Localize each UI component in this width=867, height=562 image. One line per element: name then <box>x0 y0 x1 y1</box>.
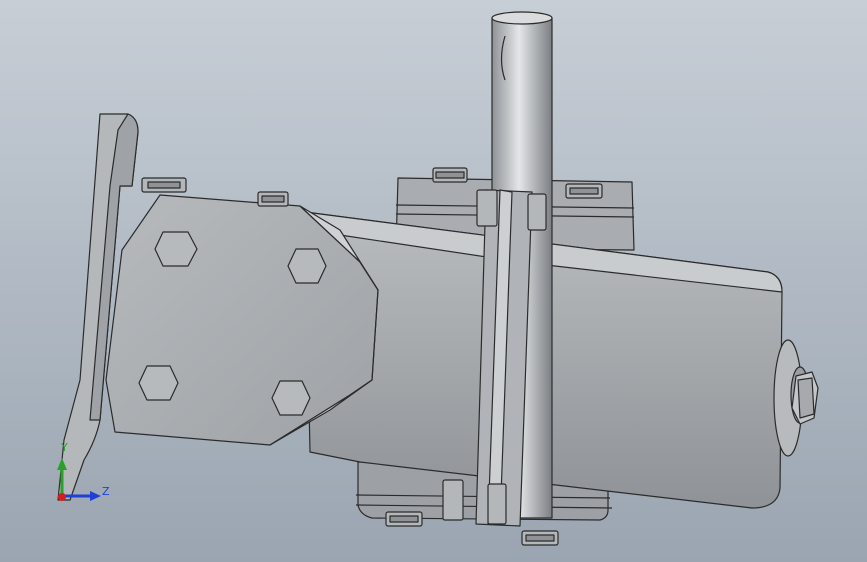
hex-bolt-bottom-left[interactable] <box>138 365 179 401</box>
lower-flange-bolt[interactable] <box>385 511 423 527</box>
cad-viewport[interactable]: Y Z <box>0 0 867 562</box>
hex-bolt-top-left[interactable] <box>154 231 198 267</box>
upper-flange-bolt[interactable] <box>432 167 468 183</box>
right-end-nut[interactable] <box>791 371 819 425</box>
upper-flange-bolt[interactable] <box>565 183 603 199</box>
axis-y-label: Y <box>61 441 68 454</box>
hex-bolt-top-right[interactable] <box>287 248 327 284</box>
lower-flange-bolt[interactable] <box>521 530 559 546</box>
hex-bolt-bottom-right[interactable] <box>271 380 311 416</box>
gearbox-model-view[interactable] <box>0 0 867 562</box>
adapter-top-bolt[interactable] <box>141 177 187 193</box>
axis-z-label: Z <box>102 485 110 498</box>
adapter-top-bolt[interactable] <box>257 191 289 207</box>
